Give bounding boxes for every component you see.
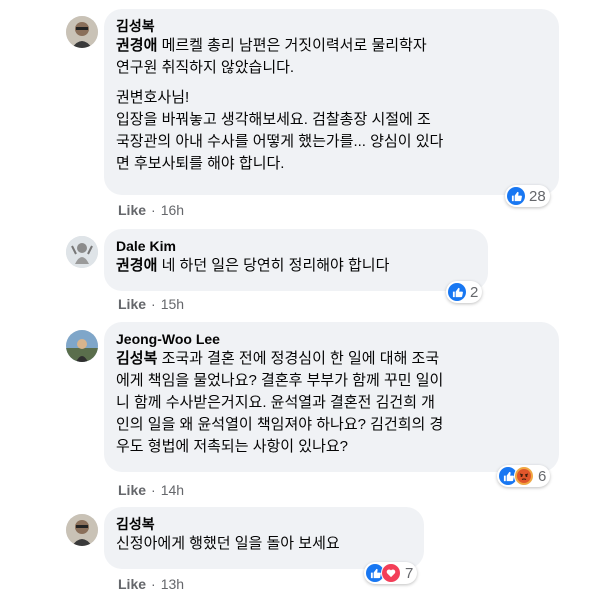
avatar[interactable]	[66, 16, 98, 48]
comment-text: 권경애 네 하던 일은 당연히 정리해야 합니다	[116, 257, 390, 274]
mention[interactable]: 권경애	[116, 37, 157, 54]
separator: ·	[151, 482, 156, 498]
comment-text: 권경애 메르켈 총리 남편은 거짓이력서로 물리학자 연구원 취직하지 않았습니…	[116, 37, 427, 76]
like-button[interactable]: Like	[118, 576, 146, 592]
timestamp[interactable]: 15h	[161, 296, 184, 312]
comment-bubble: 김성복 신정아에게 행했던 일을 돌아 보세요	[104, 507, 424, 569]
comment-bubble: Dale Kim 권경애 네 하던 일은 당연히 정리해야 합니다	[104, 229, 488, 291]
comment-author[interactable]: 김성복	[116, 515, 412, 533]
like-button[interactable]: Like	[118, 296, 146, 312]
mention[interactable]: 김성복	[116, 350, 157, 367]
like-reaction-icon	[448, 283, 466, 301]
like-button[interactable]: Like	[118, 202, 146, 218]
comment-author[interactable]: 김성복	[116, 17, 547, 35]
love-reaction-icon	[381, 563, 401, 583]
comment-actions: Like · 16h	[118, 202, 184, 218]
timestamp[interactable]: 14h	[161, 482, 184, 498]
reaction-summary[interactable]: 6	[497, 465, 551, 487]
comment-actions: Like · 13h	[118, 576, 184, 592]
comment-actions: Like · 14h	[118, 482, 184, 498]
reaction-summary[interactable]: 7	[364, 562, 418, 584]
reaction-count: 6	[538, 467, 547, 485]
reaction-count: 2	[470, 283, 479, 301]
reaction-count: 28	[529, 187, 546, 205]
comment-text: 권변호사님! 입장을 바꿔놓고 생각해보세요. 검찰총장 시절에 조 국장관의 …	[116, 89, 444, 172]
avatar[interactable]	[66, 236, 98, 268]
timestamp[interactable]: 16h	[161, 202, 184, 218]
comment-text: 신정아에게 행했던 일을 돌아 보세요	[116, 535, 340, 552]
comment-bubble: 김성복 권경애 메르켈 총리 남편은 거짓이력서로 물리학자 연구원 취직하지 …	[104, 9, 559, 195]
timestamp[interactable]: 13h	[161, 576, 184, 592]
reaction-count: 7	[405, 564, 414, 582]
mention[interactable]: 권경애	[116, 257, 157, 274]
like-button[interactable]: Like	[118, 482, 146, 498]
comment-bubble: Jeong-Woo Lee 김성복 조국과 결혼 전에 정경심이 한 일에 대해…	[104, 322, 559, 472]
avatar[interactable]	[66, 330, 98, 362]
separator: ·	[151, 576, 156, 592]
comment-author[interactable]: Jeong-Woo Lee	[116, 330, 547, 348]
avatar[interactable]	[66, 514, 98, 546]
comment-text: 김성복 조국과 결혼 전에 정경심이 한 일에 대해 조국 에게 책임을 물었나…	[116, 350, 444, 455]
comment-actions: Like · 15h	[118, 296, 184, 312]
separator: ·	[151, 296, 156, 312]
reaction-summary[interactable]: 28	[505, 185, 550, 207]
separator: ·	[151, 202, 156, 218]
angry-reaction-icon	[514, 466, 534, 486]
like-reaction-icon	[507, 187, 525, 205]
reaction-summary[interactable]: 2	[446, 281, 483, 303]
comment-author[interactable]: Dale Kim	[116, 237, 476, 255]
